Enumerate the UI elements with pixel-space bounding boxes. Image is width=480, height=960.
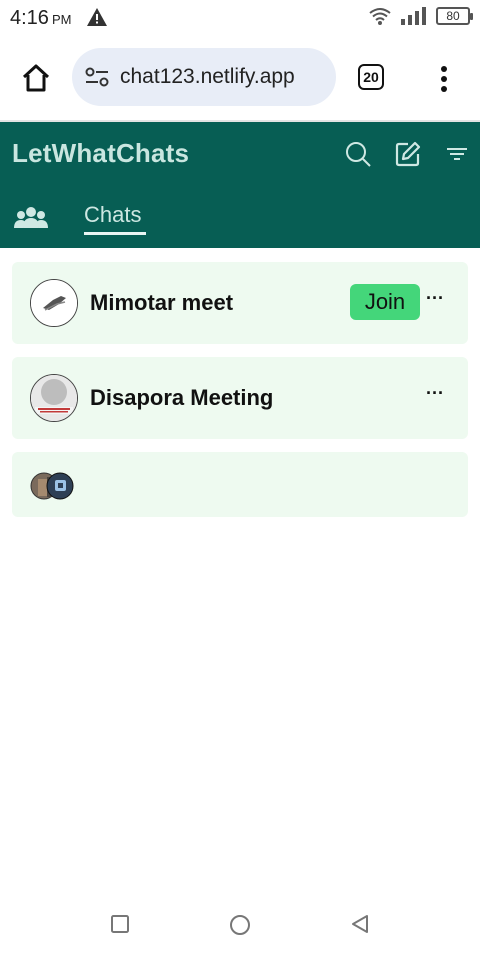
signal-icon xyxy=(401,7,426,25)
app-header: LetWhatChats Chats xyxy=(0,122,480,248)
status-time: 4:16 PM xyxy=(10,7,71,30)
url-text[interactable]: chat123.netlify.app xyxy=(120,65,295,89)
home-icon[interactable] xyxy=(20,62,52,94)
back-icon[interactable] xyxy=(350,914,370,934)
tab-switcher-button[interactable]: 20 xyxy=(358,64,384,90)
status-time-value: 4:16 xyxy=(10,7,49,29)
more-vert-icon[interactable] xyxy=(432,64,456,94)
chat-item[interactable] xyxy=(12,452,468,517)
more-options-button[interactable]: ··· xyxy=(426,289,444,312)
chat-item[interactable]: Mimotar meet Join ··· xyxy=(12,262,468,344)
status-ampm: PM xyxy=(51,12,72,27)
app-title: LetWhatChats xyxy=(12,138,190,168)
member-avatar-2 xyxy=(46,472,74,500)
edit-icon[interactable] xyxy=(394,140,422,168)
more-options-button[interactable]: ··· xyxy=(426,384,444,407)
chat-item[interactable]: Disapora Meeting ··· xyxy=(12,357,468,439)
tab-chats[interactable]: Chats xyxy=(84,202,141,228)
site-settings-icon[interactable] xyxy=(84,64,110,90)
status-bar: 4:16 PM 80 xyxy=(0,0,480,36)
warning-icon xyxy=(87,8,107,26)
recents-icon[interactable] xyxy=(110,914,130,934)
avatar-image xyxy=(31,280,77,326)
battery-icon: 80 xyxy=(436,7,473,25)
avatar[interactable] xyxy=(30,279,78,327)
tab-active-indicator xyxy=(84,232,146,235)
status-right: 80 xyxy=(368,6,473,26)
avatar[interactable] xyxy=(30,374,78,422)
chat-list: Mimotar meet Join ··· Disapora Meeting ·… xyxy=(12,262,468,530)
communities-icon[interactable] xyxy=(14,206,48,230)
wifi-icon xyxy=(369,8,391,25)
avatar-image xyxy=(31,375,77,421)
group-avatars[interactable] xyxy=(30,470,76,502)
chat-name: Disapora Meeting xyxy=(90,385,274,410)
browser-toolbar: chat123.netlify.app 20 xyxy=(0,36,480,122)
system-nav-bar xyxy=(0,890,480,960)
join-button[interactable]: Join xyxy=(350,284,420,320)
home-nav-icon[interactable] xyxy=(229,914,251,936)
filter-icon[interactable] xyxy=(444,140,472,168)
chat-name: Mimotar meet xyxy=(90,290,234,315)
address-bar[interactable]: chat123.netlify.app xyxy=(72,48,336,106)
search-icon[interactable] xyxy=(344,140,372,168)
